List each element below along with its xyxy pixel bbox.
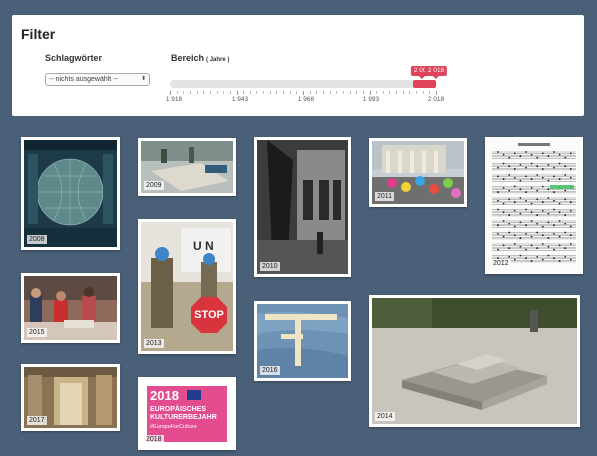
card-2008[interactable]: 2008 xyxy=(21,137,120,250)
slider-tick xyxy=(276,91,278,94)
slider-tick xyxy=(429,91,431,94)
slider-tick xyxy=(269,91,271,94)
card-2010[interactable]: 2010 xyxy=(254,137,351,277)
slider-tick xyxy=(209,91,211,94)
slider-tick xyxy=(316,91,318,94)
slider-tick xyxy=(382,91,384,94)
slider-tick xyxy=(362,91,364,94)
card-year: 2017 xyxy=(27,416,47,425)
tick-label: 2 018 xyxy=(427,96,445,103)
tick-label: 1 993 xyxy=(362,96,380,103)
slider-tick xyxy=(243,91,245,94)
slider-tick xyxy=(229,91,231,94)
tick-label: 1 943 xyxy=(231,96,249,103)
stop-sign-text: STOP xyxy=(194,309,224,321)
eu-flag-icon xyxy=(187,390,201,400)
slider-tick xyxy=(223,91,225,94)
slider-ticks xyxy=(170,91,437,95)
range-label-text: Bereich xyxy=(171,53,205,63)
poster-line2: KULTURERBEJAHR xyxy=(150,414,217,421)
slider-tick xyxy=(189,91,191,94)
slider-tick xyxy=(369,91,371,95)
card-2015[interactable]: 2015 xyxy=(21,273,120,343)
slider-max-handle[interactable]: 2 018 xyxy=(424,66,448,79)
slider-tick xyxy=(289,91,291,94)
slider-tick xyxy=(176,91,178,94)
poster-line1: EUROPÄISCHES xyxy=(150,406,207,413)
card-year: 2013 xyxy=(144,339,164,348)
slider-tick xyxy=(422,91,424,94)
tick-label: 1 968 xyxy=(297,96,315,103)
concrete-memorial-image: 2014 xyxy=(372,298,577,424)
slider-tick xyxy=(203,91,205,94)
select-arrows-icon: ⬍ xyxy=(140,76,146,82)
card-2016[interactable]: 2016 xyxy=(254,301,351,381)
balloons-crowd-image: 2011 xyxy=(372,141,464,204)
card-2012[interactable]: 2012 xyxy=(485,137,583,274)
slider-tick xyxy=(436,91,437,95)
market-people-image: 2015 xyxy=(24,276,117,340)
globe-poster-image: 2008 xyxy=(24,140,117,247)
card-2013[interactable]: U N STOP 2013 xyxy=(138,219,236,354)
poster-hashtag: #EuropeForCulture xyxy=(150,424,197,430)
slider-tick xyxy=(309,91,311,94)
slider-tick xyxy=(336,91,338,94)
card-year: 2009 xyxy=(144,181,164,190)
slider-tick xyxy=(216,91,218,94)
european-culture-year-poster: 2018 EUROPÄISCHES KULTURERBEJAHR #Europe… xyxy=(141,380,233,447)
black-white-crane-image: 2010 xyxy=(257,140,348,274)
slider-tick xyxy=(342,91,344,94)
slider-tick xyxy=(196,91,198,94)
letters-cross-image: 2016 xyxy=(257,304,348,378)
card-year: 2018 xyxy=(144,435,164,444)
un-soldiers-stop-image: U N STOP 2013 xyxy=(141,222,233,351)
slider-tick xyxy=(322,91,324,94)
card-year: 2010 xyxy=(260,262,280,271)
card-year: 2011 xyxy=(375,192,395,201)
slider-tick xyxy=(303,91,304,95)
slider-tick xyxy=(329,91,331,94)
slider-tick xyxy=(416,91,418,94)
slider-tick xyxy=(256,91,258,94)
svg-text:U N: U N xyxy=(193,239,214,253)
card-2018[interactable]: 2018 EUROPÄISCHES KULTURERBEJAHR #Europe… xyxy=(138,377,236,450)
card-year: 2014 xyxy=(375,412,395,421)
poster-year: 2018 xyxy=(150,388,179,403)
card-2014[interactable]: 2014 xyxy=(369,295,580,427)
filter-panel: Filter Schlagwörter -- nichts ausgewählt… xyxy=(12,15,584,116)
slider-tick xyxy=(296,91,298,94)
card-year: 2008 xyxy=(27,235,47,244)
keywords-select[interactable]: -- nichts ausgewählt -- ⬍ xyxy=(45,73,150,86)
slider-tick xyxy=(402,91,404,94)
slider-tick xyxy=(183,91,185,94)
keywords-label: Schlagwörter xyxy=(45,53,103,63)
card-2009[interactable]: 2009 xyxy=(138,138,236,196)
range-unit: ( Jahre ) xyxy=(206,57,230,63)
range-label: Bereich( Jahre ) xyxy=(171,53,229,63)
street-installation-image: 2009 xyxy=(141,141,233,193)
slider-tick xyxy=(236,91,238,95)
year-range-slider[interactable] xyxy=(170,80,436,88)
card-2011[interactable]: 2011 xyxy=(369,138,467,207)
slider-tick xyxy=(376,91,378,94)
slider-tick xyxy=(349,91,351,94)
slider-tick xyxy=(249,91,251,94)
slider-tick xyxy=(409,91,411,94)
card-year: 2015 xyxy=(27,328,47,337)
slider-tick xyxy=(389,91,391,94)
slider-tick xyxy=(396,91,398,94)
slider-selected-range[interactable] xyxy=(413,80,436,88)
tick-label: 1 918 xyxy=(165,96,183,103)
card-year: 2016 xyxy=(260,366,280,375)
slider-tick xyxy=(263,91,265,94)
slider-tick xyxy=(283,91,285,94)
filter-title: Filter xyxy=(21,26,56,42)
interior-doorway-image: 2017 xyxy=(24,367,117,428)
card-2017[interactable]: 2017 xyxy=(21,364,120,431)
card-year: 2012 xyxy=(491,259,511,268)
slider-tick xyxy=(170,91,171,95)
keywords-select-value: -- nichts ausgewählt -- xyxy=(49,76,118,83)
slider-tick xyxy=(356,91,358,94)
sheet-music-image: 2012 xyxy=(488,140,580,271)
